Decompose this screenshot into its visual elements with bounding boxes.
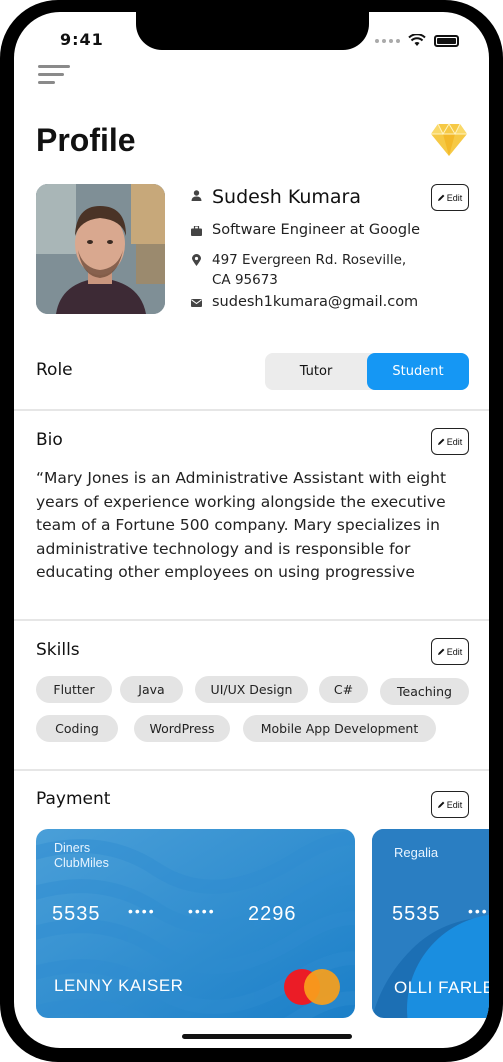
- payment-title: Payment: [36, 789, 111, 809]
- mail-icon: [190, 299, 202, 307]
- skills-title: Skills: [36, 640, 80, 660]
- card-brand: Regalia: [394, 845, 439, 860]
- user-icon: [190, 190, 202, 201]
- payment-card[interactable]: Diners ClubMiles 5535 •••• •••• 2296 LEN…: [36, 829, 355, 1018]
- battery-icon: [434, 34, 459, 47]
- skill-chip-coding[interactable]: Coding: [36, 715, 118, 742]
- diamond-icon[interactable]: [429, 120, 469, 160]
- role-label: Role: [36, 360, 73, 380]
- mastercard-logo-icon: [284, 969, 340, 1005]
- role-option-tutor[interactable]: Tutor: [265, 353, 367, 390]
- skill-chip-teaching[interactable]: Teaching: [380, 678, 469, 705]
- wifi-icon: [408, 34, 426, 46]
- profile-email[interactable]: sudesh1kumara@gmail.com: [212, 294, 418, 310]
- briefcase-icon: [190, 226, 202, 236]
- card-brand-line2: ClubMiles: [54, 856, 109, 870]
- pencil-icon: [437, 194, 445, 201]
- profile-address-line1: 497 Evergreen Rd. Roseville,: [212, 252, 407, 268]
- screen: 9:41 Profile Sudesh Kumara Edit Software…: [14, 12, 489, 1048]
- role-option-student[interactable]: Student: [367, 353, 469, 390]
- divider: [14, 619, 489, 621]
- card-number-mask: ••••: [468, 903, 489, 919]
- card-brand-line1: Diners: [54, 841, 91, 855]
- card-number-mask: ••••: [128, 903, 156, 919]
- bio-title: Bio: [36, 430, 63, 450]
- card-number-mask: ••••: [188, 903, 216, 919]
- card-holder-name: LENNY KAISER: [54, 976, 184, 995]
- skill-chip-mobile-app-development[interactable]: Mobile App Development: [243, 715, 436, 742]
- profile-address-line2: CA 95673: [212, 272, 278, 288]
- skill-chip-uiux-design[interactable]: UI/UX Design: [195, 676, 308, 703]
- location-pin-icon: [190, 254, 202, 266]
- profile-job: Software Engineer at Google: [212, 222, 421, 238]
- divider: [14, 409, 489, 411]
- status-time: 9:41: [60, 30, 104, 49]
- pencil-icon: [437, 438, 445, 445]
- bio-text: “Mary Jones is an Administrative Assista…: [36, 469, 447, 581]
- skill-chip-csharp[interactable]: C#: [319, 676, 368, 703]
- pencil-icon: [437, 648, 445, 655]
- notch: [136, 12, 369, 50]
- card-holder-name: OLLI FARLEY: [394, 978, 489, 997]
- edit-profile-button[interactable]: Edit: [431, 184, 469, 211]
- edit-label: Edit: [446, 436, 463, 447]
- home-indicator: [182, 1034, 352, 1039]
- edit-payment-button[interactable]: Edit: [431, 791, 469, 818]
- edit-skills-button[interactable]: Edit: [431, 638, 469, 665]
- skill-chip-java[interactable]: Java: [120, 676, 183, 703]
- profile-name-row: Sudesh Kumara: [190, 186, 361, 208]
- edit-bio-button[interactable]: Edit: [431, 428, 469, 455]
- role-toggle: Tutor Student: [265, 353, 469, 390]
- status-icons: [375, 34, 459, 47]
- card-number-last: 2296: [248, 903, 297, 925]
- edit-label: Edit: [446, 646, 463, 657]
- phone-frame: 9:41 Profile Sudesh Kumara Edit Software…: [0, 0, 503, 1062]
- payment-card[interactable]: Regalia 5535 •••• OLLI FARLEY: [372, 829, 489, 1018]
- signal-icon: [375, 38, 400, 43]
- menu-icon[interactable]: [38, 65, 70, 85]
- pencil-icon: [437, 801, 445, 808]
- edit-label: Edit: [446, 799, 463, 810]
- card-brand: Diners ClubMiles: [54, 841, 109, 871]
- card-number-first: 5535: [52, 903, 101, 925]
- profile-job-row: Software Engineer at Google: [190, 222, 420, 238]
- edit-label: Edit: [446, 192, 463, 203]
- divider: [14, 769, 489, 771]
- page-title: Profile: [36, 122, 136, 158]
- avatar: [36, 184, 165, 314]
- card-number-first: 5535: [392, 903, 441, 925]
- profile-address-row: 497 Evergreen Rd. Roseville, CA 95673: [190, 250, 406, 290]
- skill-chip-wordpress[interactable]: WordPress: [134, 715, 230, 742]
- profile-email-row: sudesh1kumara@gmail.com: [190, 294, 418, 310]
- profile-name: Sudesh Kumara: [212, 186, 361, 208]
- skill-chip-flutter[interactable]: Flutter: [36, 676, 112, 703]
